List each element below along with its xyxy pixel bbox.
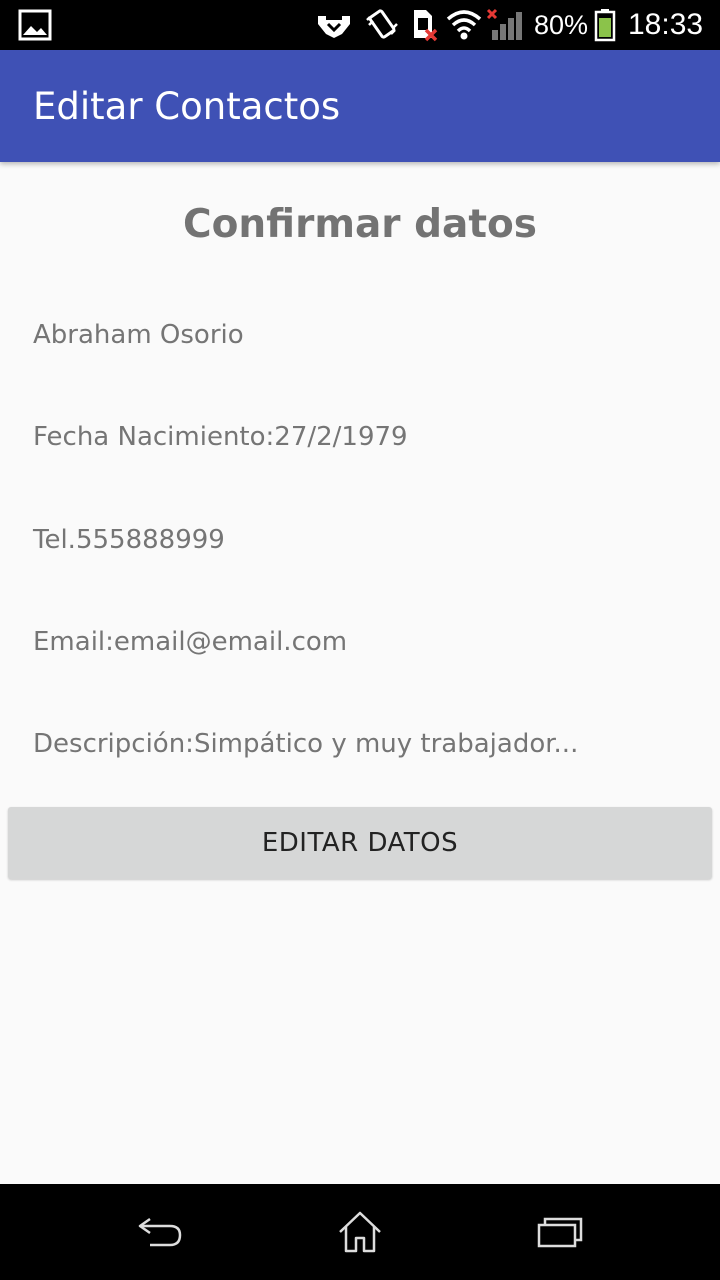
vibrate-icon: [364, 0, 400, 50]
description-field: Descripción:Simpático y muy trabajador..…: [33, 729, 579, 759]
app-bar: Editar Contactos: [0, 50, 720, 162]
status-bar: 80% 18:33: [0, 0, 720, 50]
navigation-bar: [0, 1184, 720, 1280]
contact-name: Abraham Osorio: [33, 320, 244, 350]
sim-error-icon: [410, 0, 440, 50]
edit-data-button[interactable]: EDITAR DATOS: [8, 807, 712, 879]
page-heading: Confirmar datos: [183, 202, 537, 247]
birth-date-field: Fecha Nacimiento:27/2/1979: [33, 422, 408, 452]
app-title: Editar Contactos: [33, 84, 341, 128]
wifi-icon: [446, 0, 482, 50]
back-icon[interactable]: [100, 1184, 220, 1280]
signal-no-service-icon: [484, 0, 524, 50]
image-icon: [18, 0, 52, 50]
clock: 18:33: [628, 8, 704, 41]
phone-field: Tel.555888999: [33, 525, 225, 555]
home-icon[interactable]: [300, 1184, 420, 1280]
battery-percent: 80%: [534, 9, 589, 40]
handshake-icon: [316, 0, 352, 50]
email-field: Email:email@email.com: [33, 627, 348, 657]
battery-icon: [594, 0, 616, 50]
main-content: Confirmar datos Abraham Osorio Fecha Nac…: [0, 162, 720, 1184]
recents-icon[interactable]: [500, 1184, 620, 1280]
